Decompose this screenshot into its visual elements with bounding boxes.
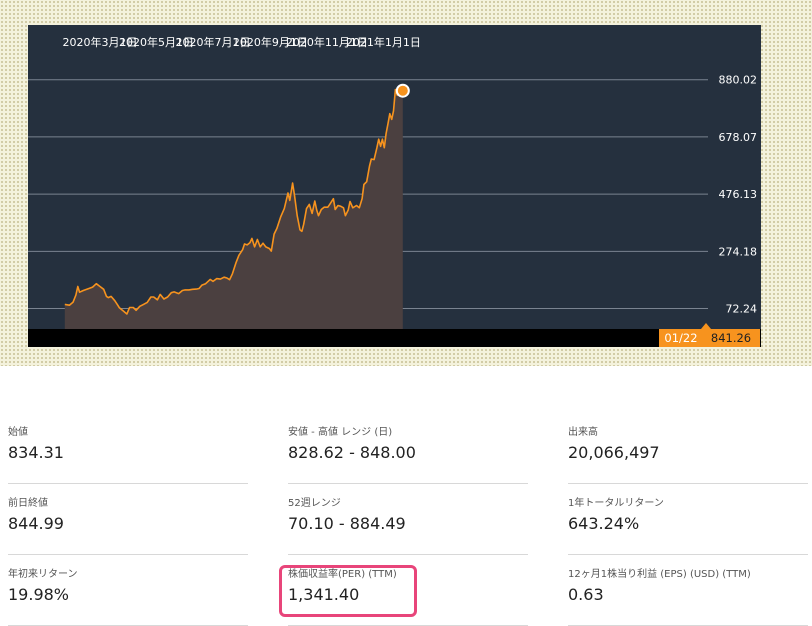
stat-cell: 出来高 20,066,497 [568,413,808,484]
current-date-label: 01/22 [664,331,697,345]
chart-frame: 2020年3月1日 2020年5月1日 2020年7月1日 2020年9月1日 2020… [0,0,812,366]
stat-label: 安値 - 高値 レンジ (日) [288,427,393,438]
stat-cell: 年初来リターン 19.98% [8,555,248,626]
x-axis-bar [28,329,761,347]
y-tick-label: 880.02 [719,74,758,87]
stat-value: 828.62 - 848.00 [288,443,416,462]
stat-value: 834.31 [8,443,64,462]
stat-cell: 前日終値 844.99 [8,484,248,555]
stat-cell: 52週レンジ 70.10 - 884.49 [288,484,528,555]
stat-label: 出来高 [568,427,598,438]
y-tick-label: 678.07 [719,131,758,144]
y-tick-label: 274.18 [719,245,758,258]
stat-value: 20,066,497 [568,443,660,462]
stat-label: 始値 [8,427,28,438]
stat-label: 1年トータルリターン [568,498,664,509]
current-value-label: 841.26 [711,331,751,345]
y-tick-label: 476.13 [719,188,758,201]
y-tick-label: 72.24 [726,303,758,316]
price-chart: 2020年3月1日2020年5月1日2020年7月1日2020年9月1日2020… [28,25,761,347]
stat-value: 70.10 - 884.49 [288,514,406,533]
stat-label: 12ヶ月1株当り利益 (EPS) (USD) (TTM) [568,569,751,580]
stat-cell: 安値 - 高値 レンジ (日) 828.62 - 848.00 [288,413,528,484]
stat-cell: 始値 834.31 [8,413,248,484]
stat-value: 0.63 [568,585,604,604]
stat-label: 前日終値 [8,498,48,509]
stat-label: 52週レンジ [288,498,341,509]
stat-cell: 1年トータルリターン 643.24% [568,484,808,555]
current-price-marker[interactable] [395,83,410,98]
stat-value: 19.98% [8,585,70,604]
stat-cell: 12ヶ月1株当り利益 (EPS) (USD) (TTM) 0.63 [568,555,808,626]
stat-value: 844.99 [8,514,64,533]
stat-value: 643.24% [568,514,640,533]
x-tick-label: 2021年1月1日 [346,35,421,49]
highlight-box-per [279,565,417,617]
stat-label: 年初来リターン [8,569,78,580]
